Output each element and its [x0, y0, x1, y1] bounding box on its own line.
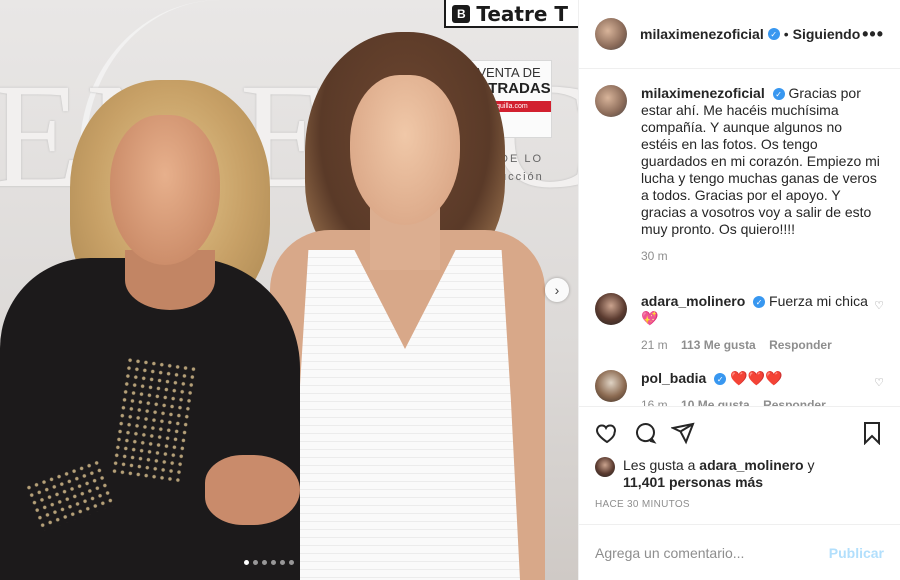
- carousel-dot: [262, 560, 267, 565]
- liker-username[interactable]: adara_molinero: [699, 457, 803, 473]
- comment-like-heart-icon[interactable]: ♡: [874, 376, 884, 389]
- teatre-logo-mark: B: [452, 5, 471, 23]
- comment-meta: 21 m 113 Me gusta Responder: [641, 337, 881, 354]
- post-side-panel: milaximenezoficial ✓ • Siguiendo ••• mil…: [578, 0, 900, 580]
- likes-prefix: Les gusta a: [623, 457, 696, 473]
- comment-likes[interactable]: 10 Me gusta: [681, 398, 750, 406]
- carousel-dot: [271, 560, 276, 565]
- verified-badge-icon: ✓: [714, 373, 727, 386]
- commenter-avatar[interactable]: [595, 370, 627, 402]
- person-left-face: [110, 115, 220, 265]
- carousel-dots: [244, 560, 294, 565]
- post-timestamp[interactable]: HACE 30 MINUTOS: [595, 499, 884, 510]
- comment-item: adara_molinero ✓ Fuerza mi chica 💖 21 m …: [595, 293, 884, 354]
- verified-badge-icon: ✓: [753, 296, 766, 309]
- commenter-username[interactable]: pol_badia: [641, 370, 706, 386]
- comment-text: ❤️❤️❤️: [730, 370, 783, 386]
- caption-meta: 30 m: [641, 248, 881, 265]
- comment-time: 21 m: [641, 338, 668, 352]
- author-username[interactable]: milaximenezoficial: [640, 26, 764, 42]
- comment-likes[interactable]: 113 Me gusta: [681, 338, 756, 352]
- author-avatar[interactable]: [595, 85, 627, 117]
- small-sign-line: DE LO: [500, 153, 544, 165]
- follow-button[interactable]: Siguiendo: [793, 26, 861, 42]
- carousel-dot: [244, 560, 249, 565]
- more-options-icon[interactable]: •••: [862, 24, 884, 45]
- comment-icon[interactable]: [633, 421, 657, 445]
- carousel-dot: [280, 560, 285, 565]
- likes-middle: y: [807, 457, 815, 473]
- carousel-dot: [253, 560, 258, 565]
- verified-badge-icon: ✓: [767, 28, 780, 40]
- caption-time: 30 m: [641, 249, 668, 263]
- person-right-face: [350, 75, 460, 225]
- post-header: milaximenezoficial ✓ • Siguiendo •••: [579, 0, 900, 69]
- likes-count[interactable]: 11,401 personas más: [623, 474, 763, 490]
- caption-text: Gracias por estar ahí. Me hacéis muchísi…: [641, 85, 880, 237]
- teatre-banner: B Teatre T: [444, 0, 578, 28]
- likes-summary: Les gusta a adara_molinero y 11,401 pers…: [595, 457, 884, 491]
- reply-button[interactable]: Responder: [769, 338, 832, 352]
- person-left-hand: [205, 455, 300, 525]
- backdrop-small-sign: DE LO ucción: [500, 150, 544, 186]
- small-sign-line: ucción: [500, 171, 544, 183]
- commenter-username[interactable]: adara_molinero: [641, 293, 745, 309]
- reply-button[interactable]: Responder: [763, 398, 826, 406]
- author-avatar[interactable]: [595, 18, 627, 50]
- bookmark-icon[interactable]: [860, 421, 884, 445]
- post-photo[interactable]: EN ERIC B Teatre T VENTA DE ENTRADAS taq…: [0, 0, 578, 580]
- instagram-post: EN ERIC B Teatre T VENTA DE ENTRADAS taq…: [0, 0, 900, 580]
- comments-list[interactable]: milaximenezoficial ✓ Gracias por estar a…: [579, 69, 900, 406]
- carousel-dot: [289, 560, 294, 565]
- teatre-logo-word: Teatre T: [476, 2, 568, 26]
- verified-badge-icon: ✓: [772, 88, 785, 101]
- comment-item: pol_badia ✓ ❤️❤️❤️ 16 m 10 Me gusta Resp…: [595, 370, 884, 406]
- publish-button[interactable]: Publicar: [829, 545, 884, 561]
- action-icons: [595, 413, 884, 453]
- header-separator: •: [783, 26, 789, 42]
- comment-input[interactable]: [595, 544, 829, 561]
- liker-avatar[interactable]: [595, 457, 615, 477]
- heart-icon[interactable]: [595, 421, 619, 445]
- comment-meta: 16 m 10 Me gusta Responder: [641, 397, 881, 406]
- caption: milaximenezoficial ✓ Gracias por estar a…: [595, 85, 884, 265]
- share-icon[interactable]: [671, 421, 695, 445]
- comment-like-heart-icon[interactable]: ♡: [874, 299, 884, 312]
- comment-time: 16 m: [641, 398, 668, 406]
- add-comment-bar: Publicar: [579, 524, 900, 580]
- caption-username[interactable]: milaximenezoficial: [641, 85, 765, 101]
- carousel-next-icon[interactable]: ›: [545, 278, 569, 302]
- commenter-avatar[interactable]: [595, 293, 627, 325]
- post-actions: Les gusta a adara_molinero y 11,401 pers…: [579, 406, 900, 524]
